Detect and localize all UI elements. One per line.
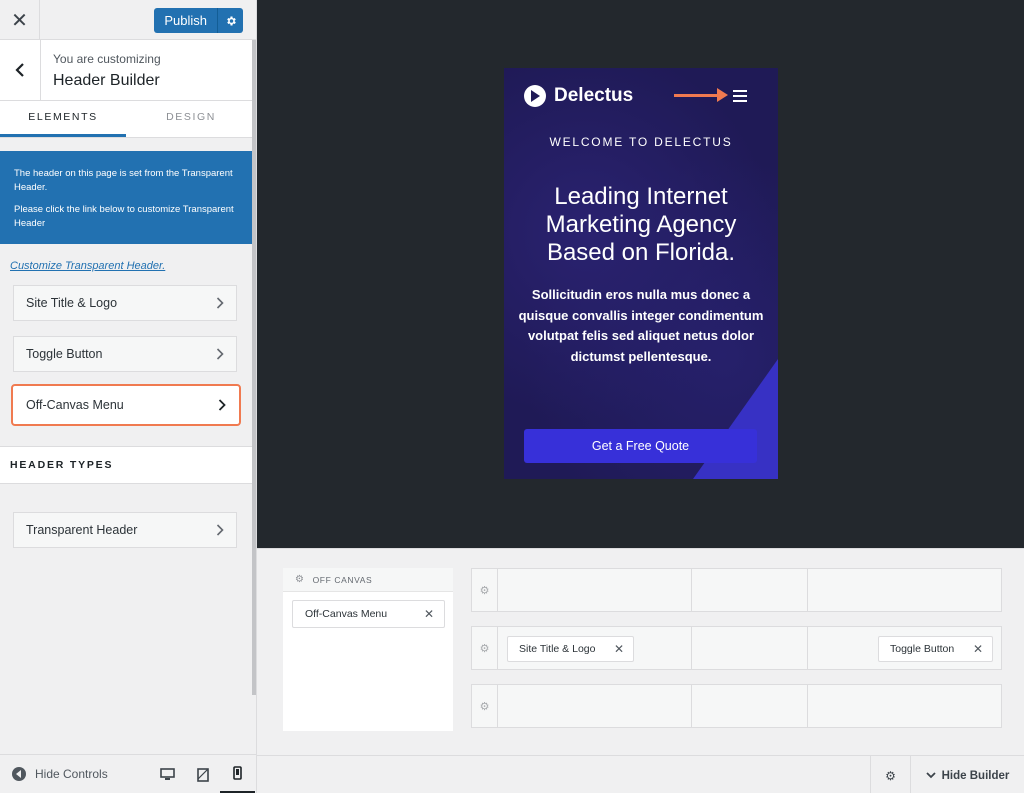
site-preview: Delectus WELCOME TO DELECTUS Leading Int… xyxy=(257,0,1024,548)
tab-design[interactable]: DESIGN xyxy=(126,101,256,137)
header-types-list: Transparent Header xyxy=(0,512,256,548)
off-canvas-menu-chip[interactable]: Off-Canvas Menu ✕ xyxy=(292,600,445,628)
chevron-right-icon xyxy=(216,524,224,536)
element-site-title-logo[interactable]: Site Title & Logo xyxy=(13,285,237,321)
hide-controls-label: Hide Controls xyxy=(35,767,108,781)
device-desktop-button[interactable] xyxy=(150,755,185,793)
off-canvas-area: ⚙ OFF CANVAS Off-Canvas Menu ✕ xyxy=(283,568,453,731)
chevron-down-icon xyxy=(925,772,936,779)
close-customizer-button[interactable]: ✕ xyxy=(0,0,40,40)
publish-settings-button[interactable] xyxy=(217,8,243,33)
header-type-transparent[interactable]: Transparent Header xyxy=(13,512,237,548)
headline-line: Leading Internet xyxy=(554,183,728,210)
tab-elements[interactable]: ELEMENTS xyxy=(0,101,126,137)
annotation-arrow-icon xyxy=(674,88,728,102)
builder-footer: ⚙ Hide Builder xyxy=(257,755,1024,793)
builder-column-center[interactable] xyxy=(692,569,808,611)
builder-column-left[interactable]: Site Title & Logo ✕ xyxy=(498,627,692,669)
mobile-icon xyxy=(233,766,242,780)
hero-eyebrow: WELCOME TO DELECTUS xyxy=(549,135,733,149)
builder-column-left[interactable] xyxy=(498,569,692,611)
remove-icon[interactable]: ✕ xyxy=(973,642,983,656)
headline-line: Marketing Agency xyxy=(545,211,737,238)
gear-icon[interactable]: ⚙ xyxy=(472,569,498,611)
desktop-icon xyxy=(160,768,175,780)
builder-column-center[interactable] xyxy=(692,685,808,727)
builder-row-bottom: ⚙ xyxy=(471,684,1002,728)
element-label: Toggle Button xyxy=(26,347,103,361)
header-type-label: Transparent Header xyxy=(26,523,138,537)
customizing-header: You are customizing Header Builder xyxy=(0,40,256,101)
builder-column-right[interactable] xyxy=(808,569,1001,611)
site-title: Delectus xyxy=(554,85,634,106)
mobile-preview-frame: Delectus WELCOME TO DELECTUS Leading Int… xyxy=(504,68,778,479)
chip-label: Toggle Button xyxy=(890,643,955,655)
builder-column-center[interactable] xyxy=(692,627,808,669)
chevron-right-icon xyxy=(216,348,224,360)
customizer-footer: Hide Controls xyxy=(0,754,256,793)
element-off-canvas-menu[interactable]: Off-Canvas Menu xyxy=(11,384,241,426)
publish-group: Publish xyxy=(154,8,243,33)
hero-headline: Leading Internet Marketing Agency Based … xyxy=(504,183,778,267)
builder-column-right[interactable] xyxy=(808,685,1001,727)
chevron-right-icon xyxy=(218,399,226,411)
off-canvas-label: OFF CANVAS xyxy=(312,574,373,585)
builder-settings-button[interactable]: ⚙ xyxy=(870,756,910,793)
builder-column-right[interactable]: Toggle Button ✕ xyxy=(808,627,1001,669)
notice-line-1: The header on this page is set from the … xyxy=(14,168,233,193)
get-quote-button[interactable]: Get a Free Quote xyxy=(524,429,757,463)
customizing-subtitle: You are customizing xyxy=(53,52,161,66)
builder-row-top: ⚙ xyxy=(471,568,1002,612)
headline-line: Based on Florida. xyxy=(546,239,736,266)
toggle-button-chip[interactable]: Toggle Button ✕ xyxy=(878,636,993,662)
header-types-heading: HEADER TYPES xyxy=(0,446,252,484)
off-canvas-header: ⚙ OFF CANVAS xyxy=(283,568,453,592)
gear-icon xyxy=(226,16,236,25)
site-title-logo-chip[interactable]: Site Title & Logo ✕ xyxy=(507,636,634,662)
publish-button[interactable]: Publish xyxy=(154,8,217,33)
elements-list: Site Title & Logo Toggle Button Off-Canv… xyxy=(0,285,256,426)
tablet-icon xyxy=(196,767,209,782)
hide-controls-button[interactable]: Hide Controls xyxy=(12,767,108,781)
customizer-sidebar: ✕ Publish You are customizing Header Bui… xyxy=(0,0,257,793)
device-tablet-button[interactable] xyxy=(185,755,220,793)
close-icon: ✕ xyxy=(11,9,28,32)
customizing-title-block: You are customizing Header Builder xyxy=(53,52,161,90)
hide-builder-button[interactable]: Hide Builder xyxy=(910,756,1024,793)
builder-column-left[interactable] xyxy=(498,685,692,727)
chip-label: Off-Canvas Menu xyxy=(305,608,388,620)
customizer-topbar: ✕ Publish xyxy=(0,0,256,40)
notice-line-2: Please click the link below to customize… xyxy=(14,204,234,229)
device-mobile-button[interactable] xyxy=(220,755,255,793)
hide-builder-label: Hide Builder xyxy=(941,769,1010,782)
element-toggle-button[interactable]: Toggle Button xyxy=(13,336,237,372)
panel-tabs: ELEMENTS DESIGN xyxy=(0,101,256,138)
chevron-left-icon xyxy=(15,63,24,77)
device-switcher xyxy=(150,755,255,793)
builder-row-main: ⚙ Site Title & Logo ✕ Toggle Button ✕ xyxy=(471,626,1002,670)
gear-icon[interactable]: ⚙ xyxy=(472,627,498,669)
chevron-right-icon xyxy=(216,297,224,309)
transparent-header-notice: The header on this page is set from the … xyxy=(0,151,252,244)
back-button[interactable] xyxy=(0,40,41,100)
remove-icon[interactable]: ✕ xyxy=(424,607,434,621)
delectus-logo-icon xyxy=(524,85,546,107)
header-builder-panel: ⚙ OFF CANVAS Off-Canvas Menu ✕ ⚙ ⚙ Site … xyxy=(257,548,1024,793)
hero-paragraph: Sollicitudin eros nulla mus donec a quis… xyxy=(518,287,764,364)
element-label: Site Title & Logo xyxy=(26,296,118,310)
customizing-title: Header Builder xyxy=(53,72,160,89)
site-logo[interactable]: Delectus xyxy=(524,85,633,107)
chip-label: Site Title & Logo xyxy=(519,643,596,655)
remove-icon[interactable]: ✕ xyxy=(614,642,624,656)
hamburger-menu-icon[interactable] xyxy=(733,90,747,105)
customize-transparent-header-link[interactable]: Customize Transparent Header. xyxy=(10,260,256,272)
gear-icon: ⚙ xyxy=(885,768,896,783)
gear-icon[interactable]: ⚙ xyxy=(295,574,305,585)
gear-icon[interactable]: ⚙ xyxy=(472,685,498,727)
element-label: Off-Canvas Menu xyxy=(26,398,124,412)
collapse-icon xyxy=(12,767,26,781)
